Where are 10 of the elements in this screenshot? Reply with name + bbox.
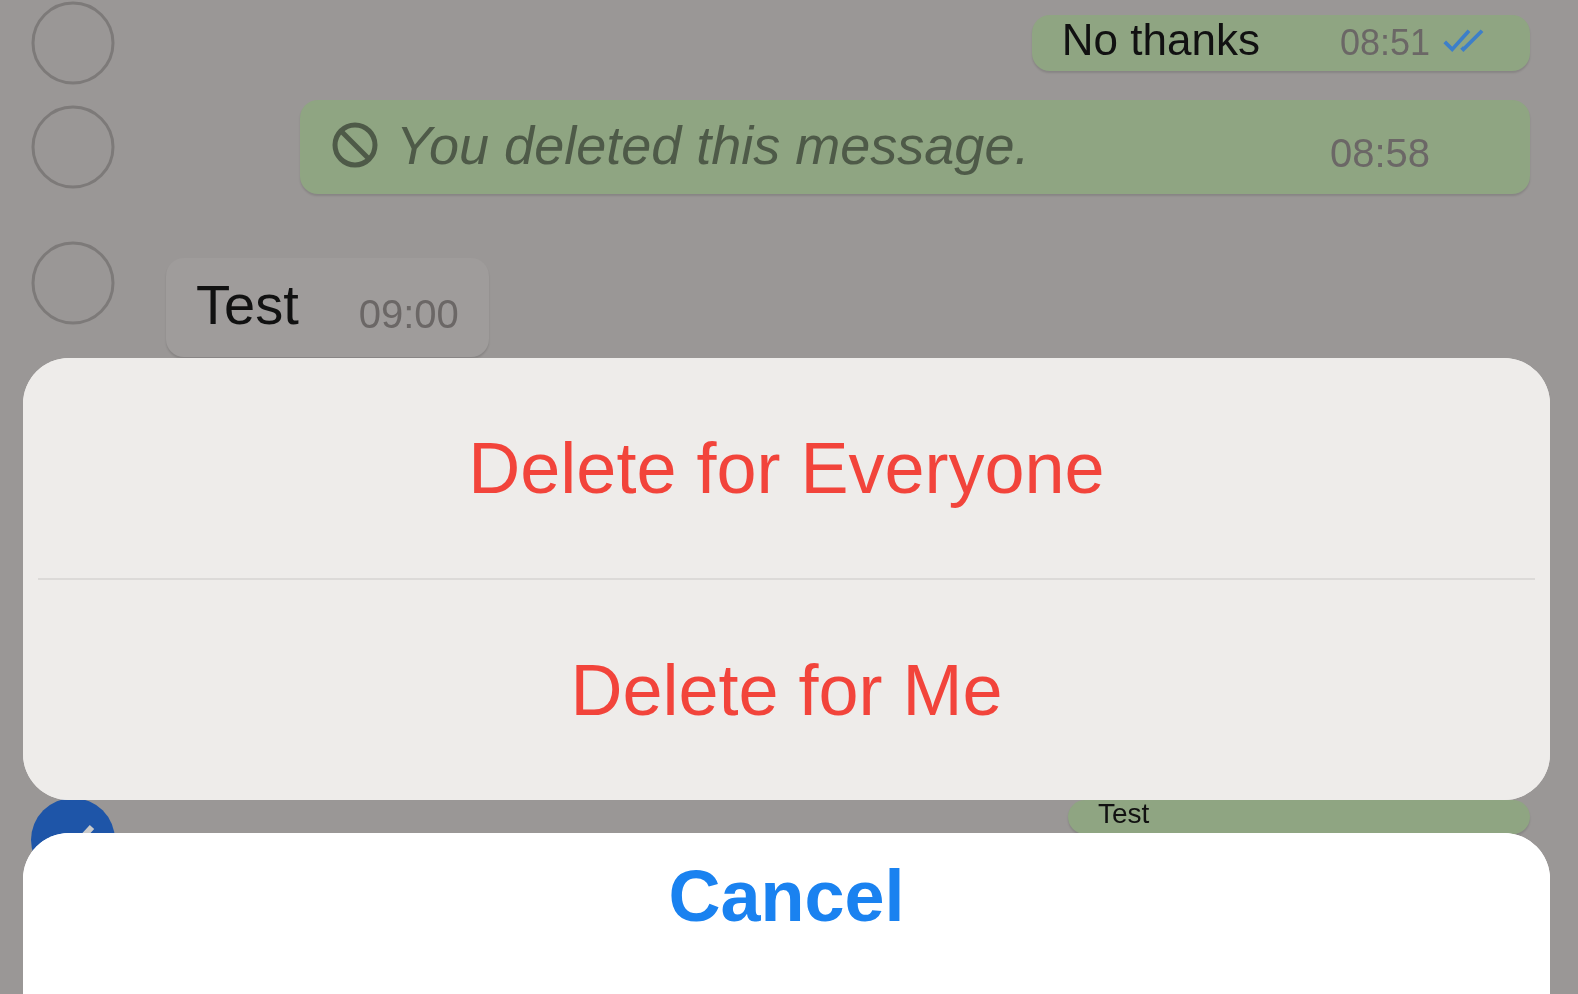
prohibited-icon bbox=[330, 120, 380, 170]
message-time: 08:58 bbox=[1329, 131, 1430, 176]
selection-circle[interactable] bbox=[30, 239, 116, 326]
selection-circle[interactable] bbox=[30, 104, 116, 190]
message-text: Test bbox=[196, 272, 299, 337]
message-time: 08:51 bbox=[1339, 22, 1430, 64]
message-text: You deleted this message. bbox=[396, 114, 1031, 176]
message-text: Test bbox=[1098, 800, 1150, 828]
selection-circle[interactable] bbox=[30, 0, 116, 86]
message-text: No thanks bbox=[1061, 15, 1260, 65]
